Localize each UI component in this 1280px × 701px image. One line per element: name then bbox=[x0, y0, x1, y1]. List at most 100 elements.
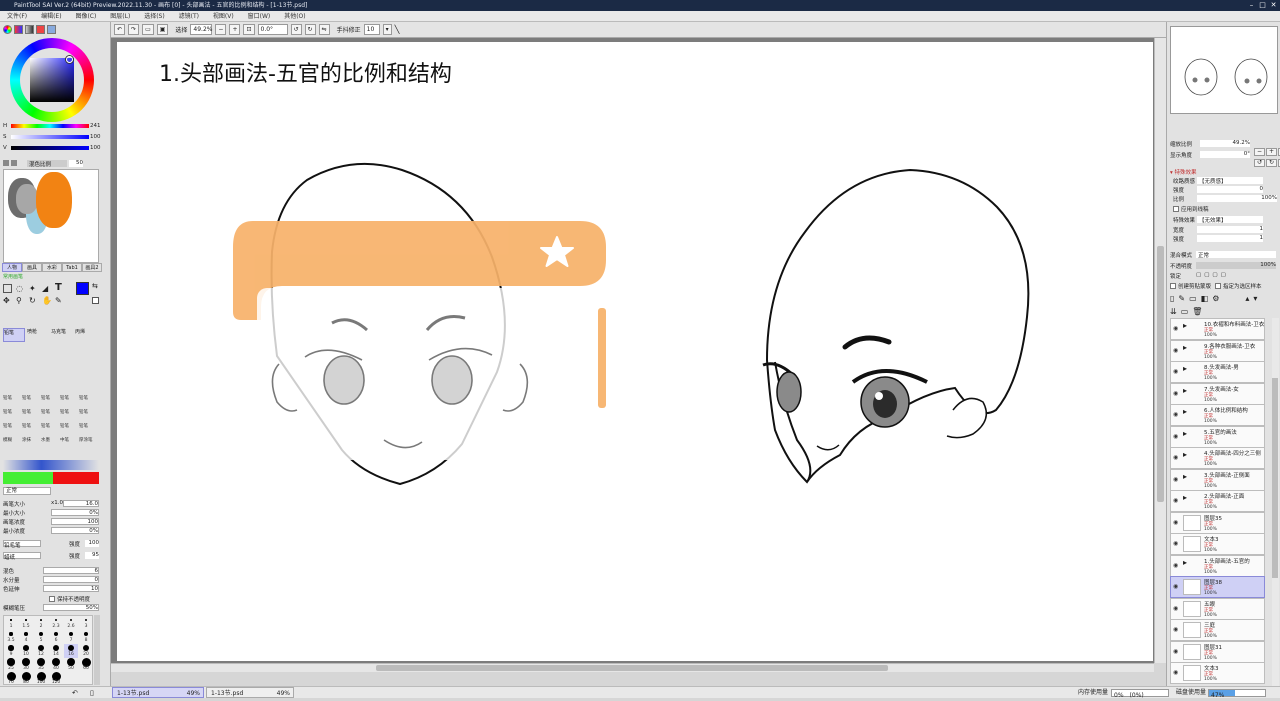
effect-strength-row[interactable]: 强度 1 bbox=[1173, 235, 1263, 243]
primary-color-swatch[interactable] bbox=[76, 282, 89, 295]
brush-pencil[interactable]: 铅笔 bbox=[3, 328, 25, 342]
brush-shape-row[interactable]: 铅毛笔 强度 100 bbox=[3, 540, 99, 549]
effect-width-row[interactable]: 宽度 1 bbox=[1173, 226, 1263, 234]
select-rect-icon[interactable] bbox=[3, 284, 12, 293]
layer-visibility-icon[interactable]: ◉ bbox=[1173, 347, 1180, 354]
brush-slot[interactable]: 铅笔 bbox=[60, 396, 78, 409]
brush-slot[interactable]: 铅笔 bbox=[60, 410, 78, 423]
brush-slot[interactable]: 铅笔 bbox=[41, 424, 59, 437]
brush-acrylic[interactable]: 丙烯 bbox=[75, 328, 97, 342]
layer-visibility-icon[interactable]: ◉ bbox=[1173, 497, 1180, 504]
slider-s[interactable]: S 100 bbox=[3, 134, 101, 140]
brush-size-scrollbar[interactable] bbox=[94, 615, 100, 685]
layer-item[interactable]: ◉ 图层38 正常 100% bbox=[1170, 576, 1265, 598]
nav-angle-row[interactable]: 显示角度 0° ↺↻⊙ bbox=[1170, 151, 1280, 167]
layer-folder-item[interactable]: ◉ ▸ 9.各种衣服画法-卫衣 正常 100% bbox=[1170, 339, 1265, 362]
brush-size-preset[interactable]: 25 bbox=[4, 658, 18, 672]
clear-layer-icon[interactable]: ▭ bbox=[1181, 307, 1189, 317]
layer-item[interactable]: ◉ 图层31 正常 100% bbox=[1170, 640, 1265, 663]
color-picker-cursor[interactable] bbox=[66, 56, 73, 63]
tool-subtab[interactable]: 常用画笔 bbox=[3, 273, 23, 280]
nav-rotate-left[interactable]: ↺ bbox=[1254, 159, 1266, 167]
brush-slot[interactable]: 水墨 bbox=[41, 438, 59, 451]
color-wheel[interactable] bbox=[10, 38, 94, 122]
menu-view[interactable]: 视图(V) bbox=[213, 13, 234, 20]
layer-visibility-icon[interactable]: ◉ bbox=[1173, 626, 1180, 633]
water-row[interactable]: 水分量 0 bbox=[3, 576, 99, 584]
layer-visibility-icon[interactable]: ◉ bbox=[1173, 540, 1180, 547]
zoom-field[interactable]: 49.2% bbox=[190, 24, 212, 35]
undo-icon[interactable]: ↶ bbox=[114, 24, 126, 35]
layer-visibility-icon[interactable]: ◉ bbox=[1173, 605, 1180, 612]
clip-checkbox[interactable]: 创建剪贴蒙版 指定为选区样本 bbox=[1170, 282, 1262, 290]
vertical-scrollbar[interactable] bbox=[1154, 38, 1166, 663]
close-button[interactable]: ✕ bbox=[1269, 1, 1278, 9]
zoom-fit-button[interactable]: ⊡ bbox=[243, 24, 255, 35]
swap-colors-icon[interactable]: ⇆ bbox=[92, 282, 98, 290]
layer-folder-item[interactable]: ◉ ▸ 3.头部画法-正侧面 正常 100% bbox=[1170, 468, 1265, 491]
layer-visibility-icon[interactable]: ◉ bbox=[1173, 368, 1180, 375]
keep-opacity-checkbox[interactable]: 保持不透明度 bbox=[3, 595, 90, 603]
hsv-slider-icon[interactable] bbox=[25, 25, 34, 34]
brush-slot[interactable]: 铅笔 bbox=[3, 410, 21, 423]
menu-edit[interactable]: 编辑(E) bbox=[41, 13, 61, 20]
layer-scrollbar[interactable] bbox=[1272, 318, 1279, 686]
swatch-icon[interactable] bbox=[36, 25, 45, 34]
brush-size-preset[interactable]: 7 bbox=[64, 630, 78, 644]
layer-visibility-icon[interactable]: ◉ bbox=[1173, 583, 1180, 590]
layer-item[interactable]: ◉ 三庭 正常 100% bbox=[1170, 619, 1265, 641]
layer-folder-item[interactable]: ◉ ▸ 10.衣褶和布料画法-卫衣 正常 100% bbox=[1170, 318, 1265, 340]
brush-size-preset[interactable]: 6 bbox=[49, 630, 63, 644]
deselect-icon[interactable]: ▭ bbox=[142, 24, 154, 35]
layer-visibility-icon[interactable]: ◉ bbox=[1173, 476, 1180, 483]
brush-slot[interactable]: 铅笔 bbox=[79, 396, 97, 409]
color-extend-row[interactable]: 色延伸 10 bbox=[3, 585, 99, 593]
special-effect-row[interactable]: 特殊效果 【无效果】 bbox=[1173, 216, 1263, 224]
layer-folder-item[interactable]: ◉ ▸ 2.头部画法-正面 正常 100% bbox=[1170, 490, 1265, 512]
layer-item[interactable]: ◉ 五眼 正常 100% bbox=[1170, 597, 1265, 620]
rotation-field[interactable]: 0.0° bbox=[257, 24, 288, 35]
brush-slot[interactable]: 铅笔 bbox=[41, 410, 59, 423]
line-tool-icon[interactable]: ╲ bbox=[395, 25, 400, 34]
menu-select[interactable]: 选择(S) bbox=[144, 13, 165, 20]
texture-row[interactable]: 纹路质感 【无质感】 bbox=[1173, 177, 1263, 185]
delete-layer-icon[interactable]: 🗑 bbox=[1192, 307, 1202, 317]
brush-size-preset[interactable]: 40 bbox=[49, 657, 63, 672]
tab-nav-icon[interactable]: ↶ bbox=[72, 688, 78, 699]
brush-slot[interactable]: 铅笔 bbox=[22, 410, 40, 423]
horizontal-scrollbar[interactable] bbox=[111, 663, 1154, 672]
doc-tab-1[interactable]: 1-13节.psd 49% bbox=[206, 687, 294, 698]
vertical-scroll-thumb[interactable] bbox=[1157, 246, 1164, 502]
transparent-color-icon[interactable] bbox=[92, 297, 99, 304]
layer-visibility-icon[interactable]: ◉ bbox=[1173, 562, 1180, 569]
minimize-button[interactable]: – bbox=[1247, 1, 1256, 9]
menu-filter[interactable]: 滤镜(T) bbox=[179, 13, 199, 20]
layer-visibility-icon[interactable]: ◉ bbox=[1173, 454, 1180, 461]
tab-tools-1[interactable]: 画具 bbox=[22, 263, 42, 272]
invert-select-icon[interactable]: ▣ bbox=[156, 24, 169, 35]
layer-lock-row[interactable]: 锁定 ▢▢▢▢ bbox=[1170, 272, 1226, 280]
drawing-canvas[interactable]: 1.头部画法-五官的比例和结构 bbox=[117, 42, 1153, 661]
nav-rotate-right[interactable]: ↻ bbox=[1266, 159, 1278, 167]
brush-size-preset[interactable]: 12 bbox=[34, 644, 48, 658]
menu-window[interactable]: 窗口(W) bbox=[248, 13, 271, 20]
brush-texture-row[interactable]: 蜡纸 强度 95 bbox=[3, 552, 99, 561]
brush-size-preset[interactable]: 35 bbox=[34, 658, 48, 672]
brush-marker[interactable]: 马克笔 bbox=[51, 328, 73, 342]
tab-close-icon[interactable]: ▯ bbox=[90, 688, 94, 699]
move-icon[interactable]: ✥ bbox=[3, 296, 10, 305]
zoom-out-button[interactable]: − bbox=[215, 24, 227, 35]
brush-size-preset[interactable]: 2 bbox=[34, 616, 48, 630]
new-folder-icon[interactable]: ▭ bbox=[1189, 293, 1197, 305]
zoom-in-button[interactable]: + bbox=[229, 24, 241, 35]
brush-size-preset[interactable]: 50 bbox=[64, 657, 78, 672]
texture-scale-row[interactable]: 强度 0 bbox=[1173, 186, 1263, 194]
layer-down-icon[interactable]: ▾ bbox=[1253, 293, 1257, 305]
brush-size-preset[interactable]: 4 bbox=[19, 630, 33, 644]
brush-size-preset[interactable]: 120 bbox=[49, 671, 63, 686]
brush-size-preset[interactable]: 20 bbox=[79, 644, 93, 658]
eyedropper-icon[interactable]: ✎ bbox=[55, 296, 62, 305]
merge-down-icon[interactable]: ⇊ bbox=[1170, 307, 1177, 317]
stabilizer-dropdown-icon[interactable]: ▾ bbox=[382, 24, 392, 35]
layer-folder-item[interactable]: ◉ ▸ 4.头部画法-四分之三侧 正常 100% bbox=[1170, 447, 1265, 469]
